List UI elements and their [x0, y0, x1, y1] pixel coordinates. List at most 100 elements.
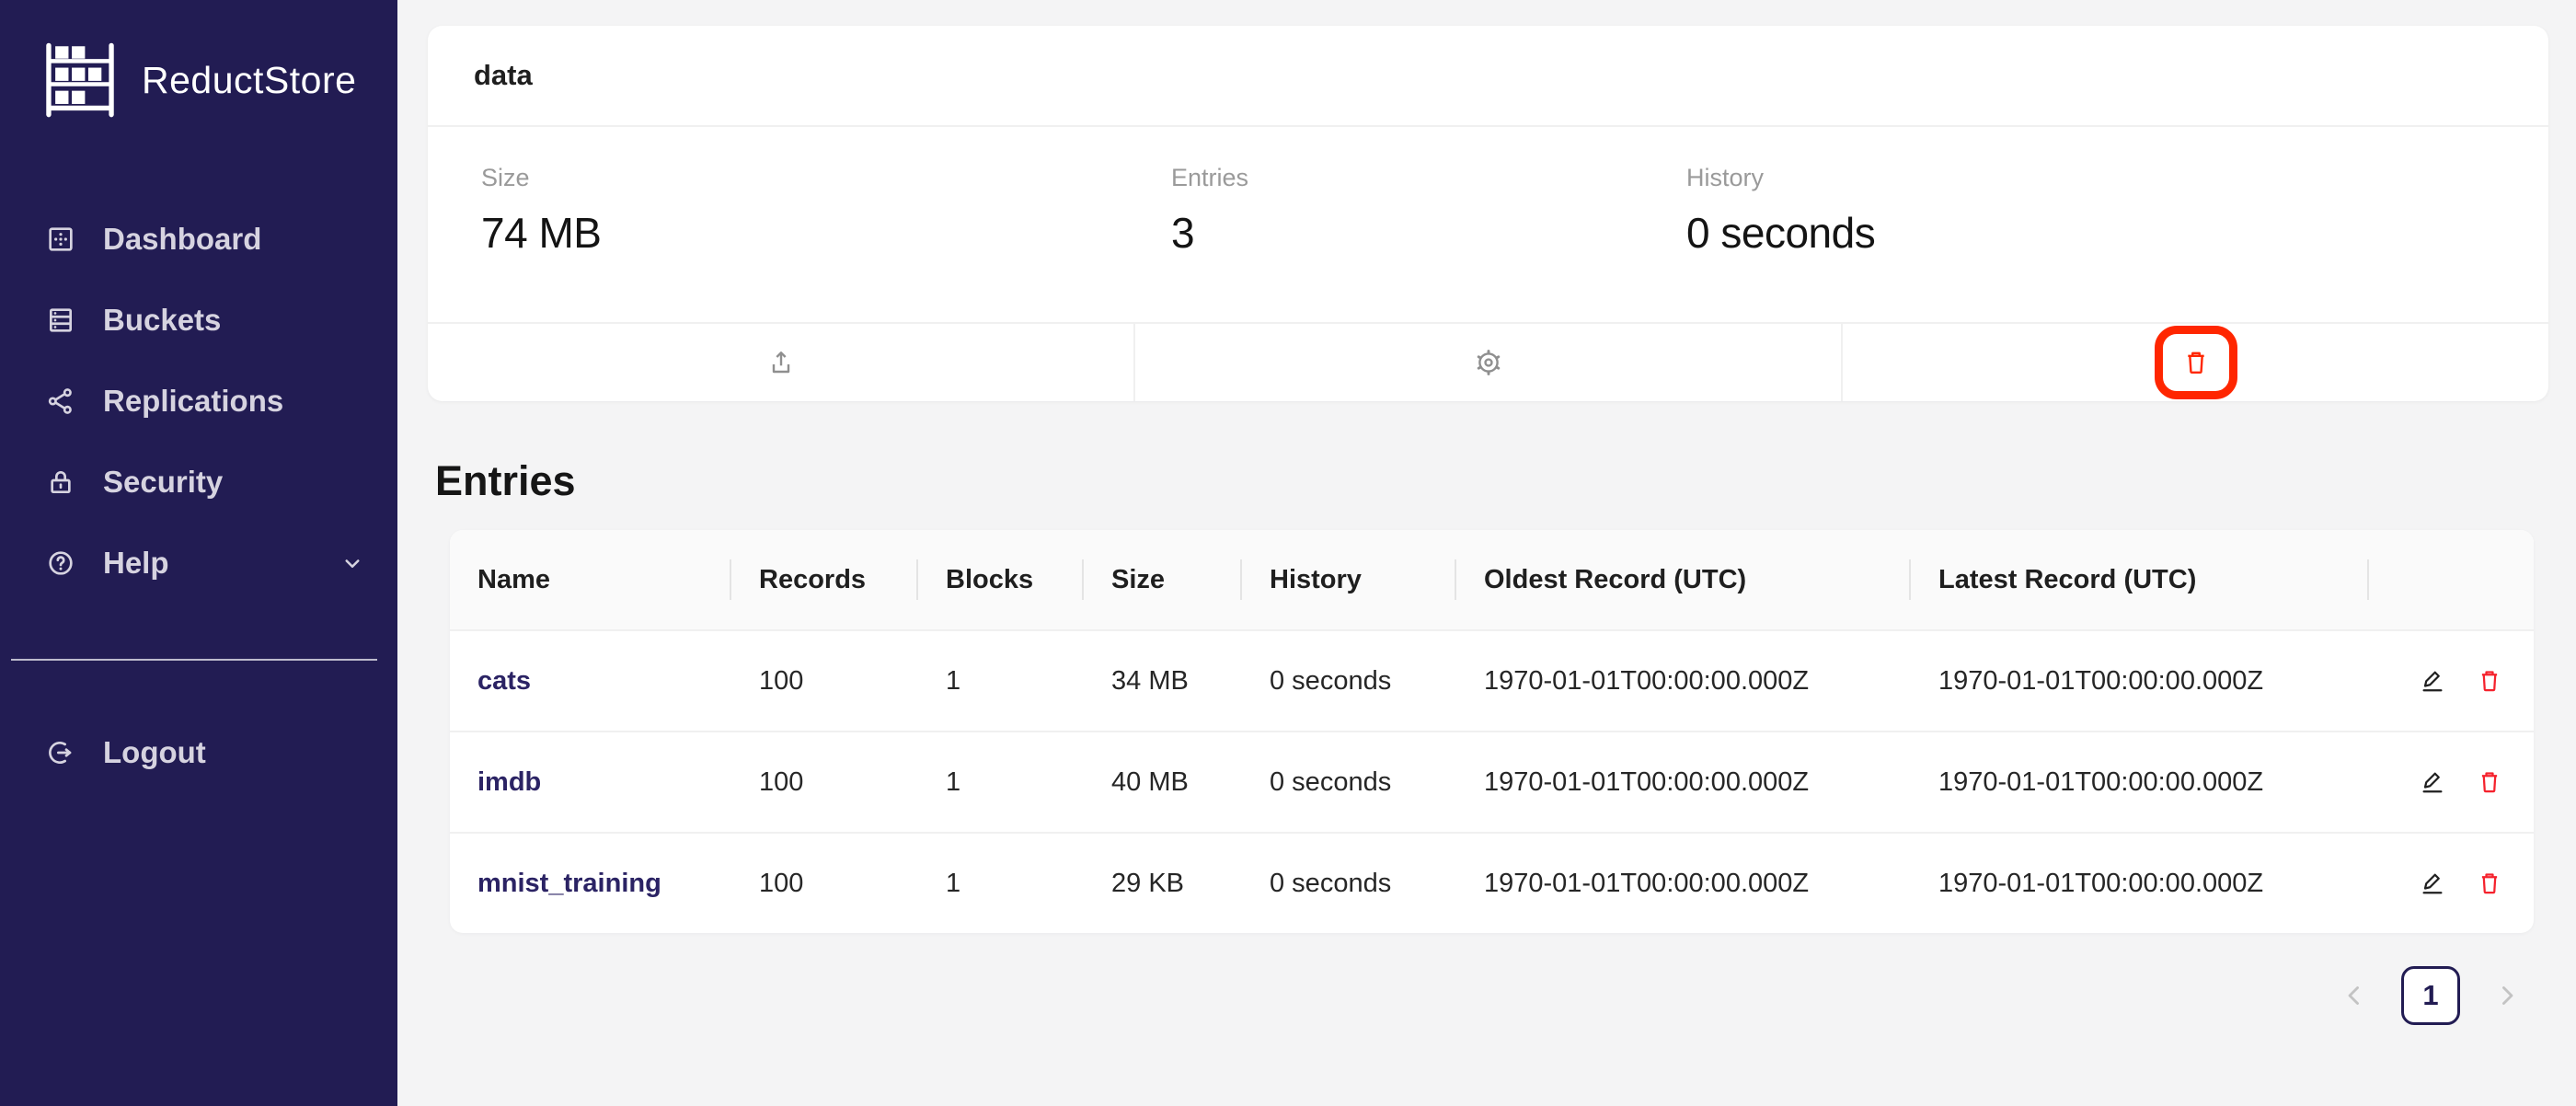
- help-icon: [46, 548, 75, 578]
- security-icon: [46, 467, 75, 497]
- cell-history: 0 seconds: [1242, 630, 1456, 732]
- app-title: ReductStore: [142, 59, 356, 102]
- sidebar-nav: Dashboard Buckets: [0, 199, 397, 604]
- next-page-button[interactable]: [2491, 980, 2523, 1011]
- column-header-size: Size: [1084, 530, 1242, 630]
- delete-icon: [2476, 667, 2503, 695]
- cell-oldest: 1970-01-01T00:00:00.000Z: [1456, 732, 1911, 833]
- delete-entry-button[interactable]: [2476, 768, 2503, 796]
- stat-history: History 0 seconds: [1686, 162, 2548, 322]
- edit-entry-button[interactable]: [2419, 667, 2446, 695]
- cell-oldest: 1970-01-01T00:00:00.000Z: [1456, 833, 1911, 933]
- cell-size: 40 MB: [1084, 732, 1242, 833]
- cell-latest: 1970-01-01T00:00:00.000Z: [1911, 732, 2369, 833]
- bucket-stats: Size 74 MB Entries 3 History 0 seconds: [428, 127, 2548, 322]
- sidebar-item-replications[interactable]: Replications: [0, 361, 397, 442]
- column-header-actions: [2369, 530, 2534, 630]
- delete-icon: [2476, 768, 2503, 796]
- edit-icon: [2419, 768, 2446, 796]
- sidebar: ReductStore Dashboard: [0, 0, 397, 1106]
- upload-entry-button[interactable]: [428, 324, 1133, 401]
- sidebar-item-label: Buckets: [103, 303, 221, 338]
- bucket-title: data: [428, 26, 2548, 127]
- cell-blocks: 1: [918, 732, 1084, 833]
- sidebar-divider: [11, 659, 377, 661]
- cell-records: 100: [731, 732, 918, 833]
- chevron-down-icon[interactable]: [339, 549, 366, 577]
- cell-history: 0 seconds: [1242, 732, 1456, 833]
- cell-latest: 1970-01-01T00:00:00.000Z: [1911, 630, 2369, 732]
- dashboard-icon: [46, 225, 75, 254]
- bucket-settings-button[interactable]: [1133, 324, 1841, 401]
- cell-records: 100: [731, 833, 918, 933]
- stat-value: 3: [1171, 208, 1686, 258]
- reductstore-logo-icon: [40, 40, 120, 120]
- table-row: mnist_training 100 1 29 KB 0 seconds 197…: [450, 833, 2534, 933]
- logo: ReductStore: [0, 0, 397, 120]
- delete-icon: [2476, 870, 2503, 897]
- column-header-blocks: Blocks: [918, 530, 1084, 630]
- cell-records: 100: [731, 630, 918, 732]
- stat-label: Entries: [1171, 162, 1686, 193]
- entry-link[interactable]: cats: [477, 666, 531, 696]
- cell-blocks: 1: [918, 833, 1084, 933]
- sidebar-item-label: Help: [103, 546, 169, 581]
- click-highlight-annotation: [2155, 326, 2237, 399]
- chevron-right-icon: [2491, 980, 2523, 1011]
- edit-entry-button[interactable]: [2419, 870, 2446, 897]
- logout-icon: [46, 738, 75, 767]
- sidebar-item-buckets[interactable]: Buckets: [0, 280, 397, 361]
- delete-entry-button[interactable]: [2476, 667, 2503, 695]
- stat-label: History: [1686, 162, 2548, 193]
- entry-link[interactable]: imdb: [477, 767, 541, 797]
- column-header-latest: Latest Record (UTC): [1911, 530, 2369, 630]
- column-header-records: Records: [731, 530, 918, 630]
- edit-icon: [2419, 870, 2446, 897]
- logout-button[interactable]: Logout: [0, 712, 397, 793]
- replications-icon: [46, 386, 75, 416]
- table-row: imdb 100 1 40 MB 0 seconds 1970-01-01T00…: [450, 732, 2534, 833]
- logout-label: Logout: [103, 735, 206, 770]
- delete-icon: [2181, 348, 2211, 377]
- sidebar-item-help[interactable]: Help: [0, 523, 397, 604]
- sidebar-item-label: Dashboard: [103, 222, 261, 257]
- edit-icon: [2419, 667, 2446, 695]
- page-1-button[interactable]: 1: [2401, 966, 2460, 1025]
- entries-table-card: Name Records Blocks Size History Oldest …: [450, 530, 2534, 933]
- main-content: data Size 74 MB Entries 3 History 0 seco…: [397, 0, 2576, 1106]
- stat-entries: Entries 3: [1171, 162, 1686, 322]
- cell-history: 0 seconds: [1242, 833, 1456, 933]
- cell-latest: 1970-01-01T00:00:00.000Z: [1911, 833, 2369, 933]
- sidebar-item-label: Security: [103, 465, 223, 500]
- sidebar-item-label: Replications: [103, 384, 283, 419]
- cell-oldest: 1970-01-01T00:00:00.000Z: [1456, 630, 1911, 732]
- entries-table: Name Records Blocks Size History Oldest …: [450, 530, 2534, 933]
- table-header-row: Name Records Blocks Size History Oldest …: [450, 530, 2534, 630]
- stat-size: Size 74 MB: [481, 162, 1171, 322]
- buckets-icon: [46, 305, 75, 335]
- bucket-card: data Size 74 MB Entries 3 History 0 seco…: [428, 26, 2548, 401]
- bucket-actions: [428, 322, 2548, 401]
- stat-label: Size: [481, 162, 1171, 193]
- delete-entry-button[interactable]: [2476, 870, 2503, 897]
- stat-value: 74 MB: [481, 208, 1171, 258]
- delete-bucket-button[interactable]: [1841, 324, 2548, 401]
- settings-icon: [1474, 348, 1503, 377]
- stat-value: 0 seconds: [1686, 208, 2548, 258]
- column-header-oldest: Oldest Record (UTC): [1456, 530, 1911, 630]
- sidebar-item-dashboard[interactable]: Dashboard: [0, 199, 397, 280]
- cell-size: 29 KB: [1084, 833, 1242, 933]
- chevron-left-icon: [2339, 980, 2370, 1011]
- edit-entry-button[interactable]: [2419, 768, 2446, 796]
- sidebar-item-security[interactable]: Security: [0, 442, 397, 523]
- entries-heading: Entries: [435, 456, 2548, 506]
- previous-page-button[interactable]: [2339, 980, 2370, 1011]
- entry-link[interactable]: mnist_training: [477, 869, 661, 898]
- table-row: cats 100 1 34 MB 0 seconds 1970-01-01T00…: [450, 630, 2534, 732]
- cell-blocks: 1: [918, 630, 1084, 732]
- upload-icon: [766, 348, 796, 377]
- column-header-history: History: [1242, 530, 1456, 630]
- column-header-name: Name: [450, 530, 731, 630]
- cell-size: 34 MB: [1084, 630, 1242, 732]
- pagination: 1: [428, 966, 2548, 1025]
